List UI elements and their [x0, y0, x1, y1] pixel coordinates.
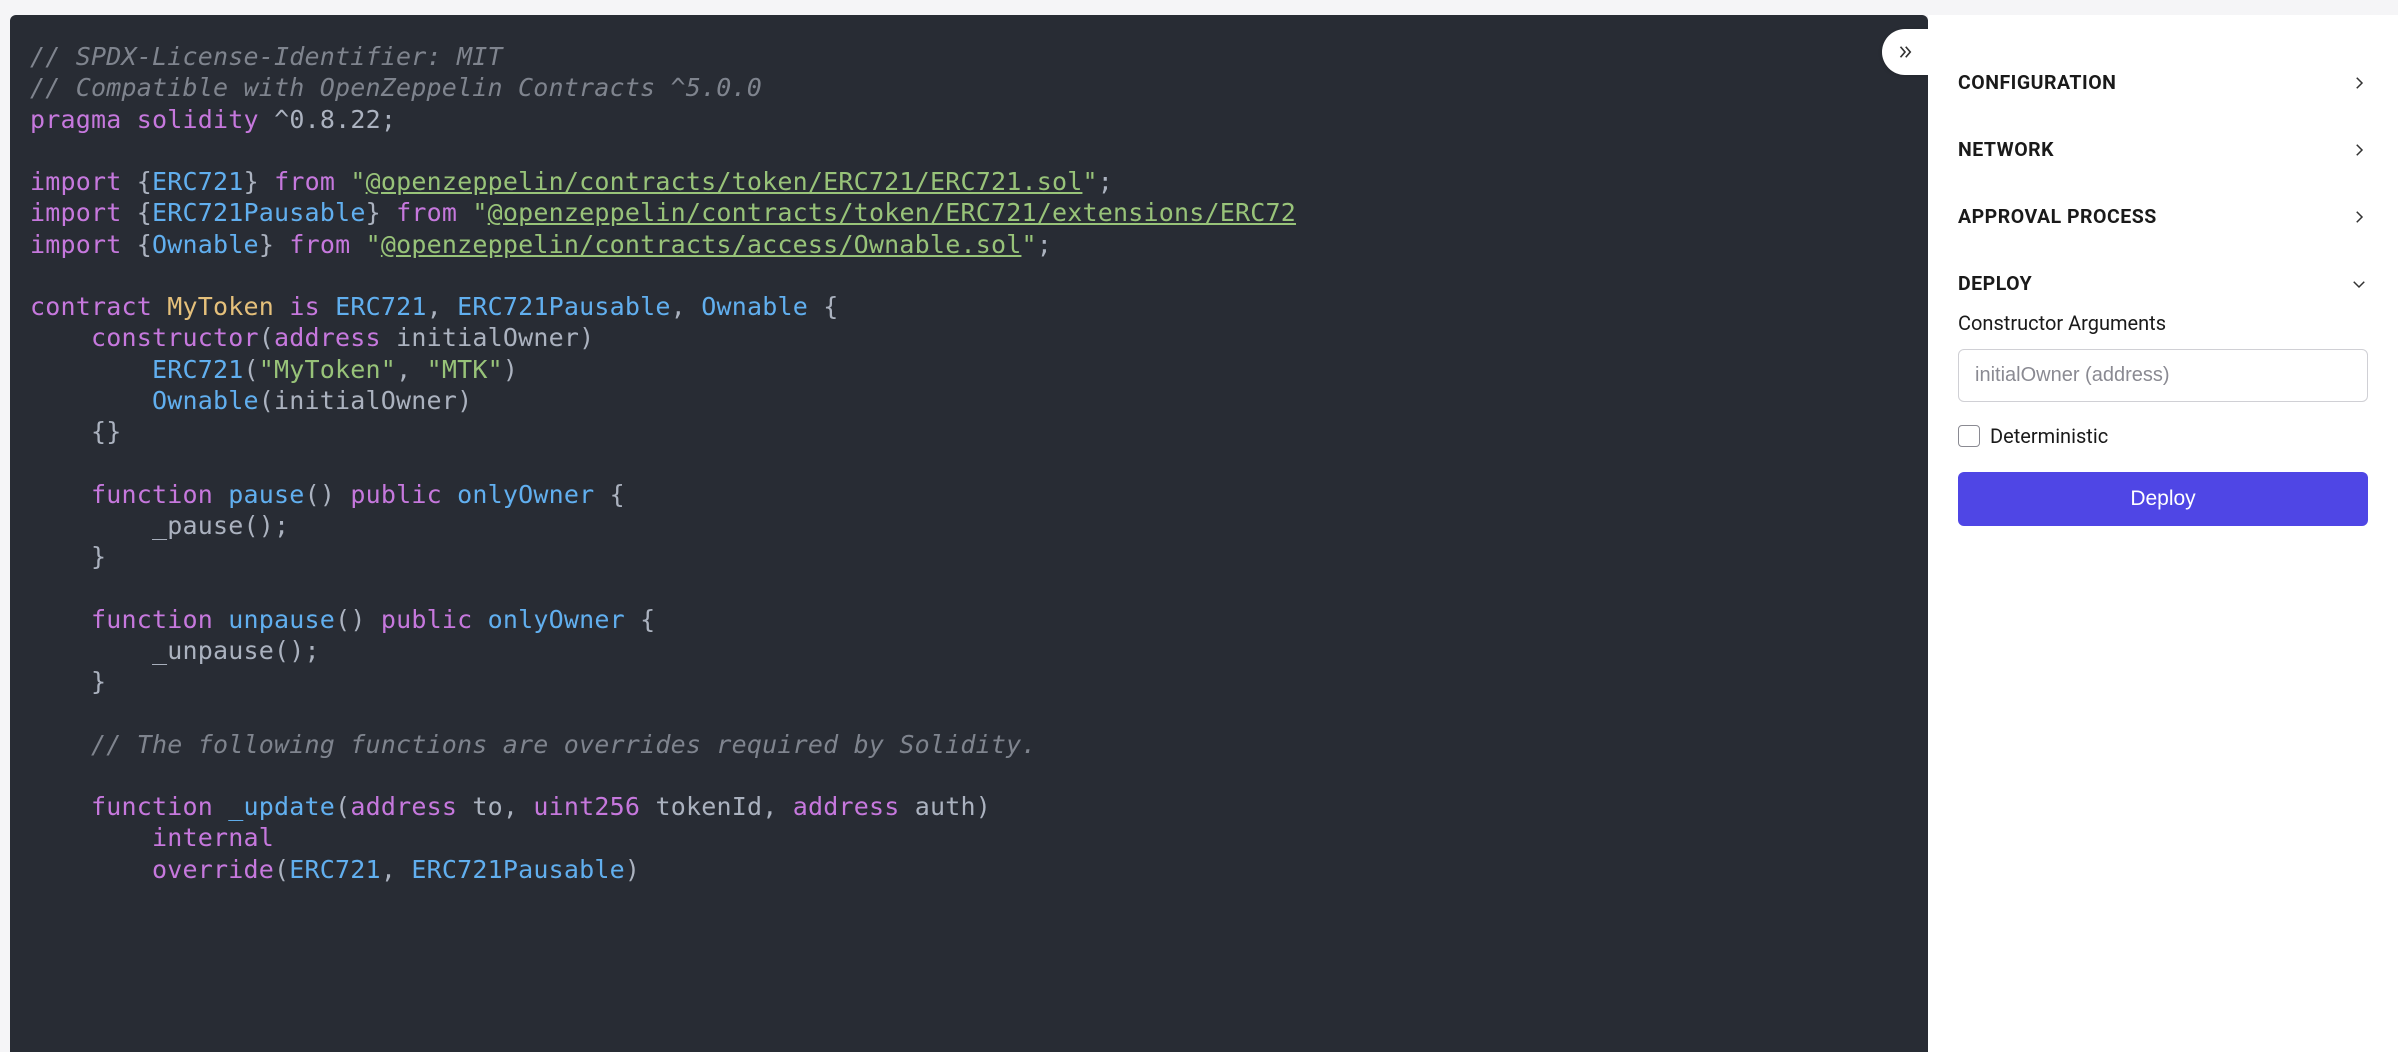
tok: initialOwner [396, 323, 579, 352]
tok: ^0.8.22 [274, 105, 381, 134]
tok: function [91, 480, 213, 509]
deterministic-checkbox[interactable] [1958, 425, 1980, 447]
approval-process-section[interactable]: APPROVAL PROCESS [1958, 183, 2368, 250]
tok: from [289, 230, 350, 259]
tok: "MyToken" [259, 355, 396, 384]
code-comment: // SPDX-License-Identifier: MIT [30, 42, 503, 71]
import-link[interactable]: @openzeppelin/contracts/token/ERC721/ext… [488, 198, 1296, 227]
tok: public [381, 605, 473, 634]
tok: onlyOwner [488, 605, 625, 634]
tok: uint256 [533, 792, 640, 821]
tok: from [396, 198, 457, 227]
tok: ERC721 [152, 167, 244, 196]
tok: constructor [91, 323, 259, 352]
tok: tokenId [655, 792, 762, 821]
tok: function [91, 792, 213, 821]
section-title: DEPLOY [1958, 272, 2032, 295]
tok: _update [228, 792, 335, 821]
chevron-right-icon [2350, 141, 2368, 159]
tok: internal [152, 823, 274, 852]
initial-owner-input[interactable] [1958, 349, 2368, 402]
tok: from [274, 167, 335, 196]
constructor-args-label: Constructor Arguments [1958, 311, 2368, 335]
configuration-section[interactable]: CONFIGURATION [1958, 49, 2368, 116]
tok: override [152, 855, 274, 884]
tok: Ownable [152, 386, 259, 415]
tok: to [472, 792, 503, 821]
section-title: APPROVAL PROCESS [1958, 205, 2157, 228]
tok: import [30, 198, 122, 227]
tok: import [30, 230, 122, 259]
chevron-right-icon [2350, 208, 2368, 226]
tok: ERC721 [289, 855, 381, 884]
import-link[interactable]: @openzeppelin/contracts/token/ERC721/ERC… [366, 167, 1083, 196]
tok: "MTK" [427, 355, 503, 384]
import-link[interactable]: @openzeppelin/contracts/access/Ownable.s… [381, 230, 1022, 259]
tok: is [289, 292, 320, 321]
tok: address [793, 792, 900, 821]
tok: address [274, 323, 381, 352]
tok: address [350, 792, 457, 821]
code-comment: // The following functions are overrides… [91, 730, 1037, 759]
network-section[interactable]: NETWORK [1958, 116, 2368, 183]
tok: auth [915, 792, 976, 821]
tok: Ownable [152, 230, 259, 259]
tok: public [350, 480, 442, 509]
tok: _pause [152, 511, 244, 540]
deploy-sidebar: CONFIGURATION NETWORK APPROVAL PROCESS D… [1928, 15, 2398, 1052]
chevron-down-icon [2350, 275, 2368, 293]
tok: ERC721Pausable [411, 855, 625, 884]
deploy-button[interactable]: Deploy [1958, 472, 2368, 526]
tok: import [30, 167, 122, 196]
tok: pause [228, 480, 304, 509]
tok: solidity [137, 105, 259, 134]
tok: Ownable [701, 292, 808, 321]
tok: contract [30, 292, 152, 321]
section-title: NETWORK [1958, 138, 2054, 161]
code-editor-panel: // SPDX-License-Identifier: MIT // Compa… [10, 15, 1928, 1052]
tok: unpause [228, 605, 335, 634]
code-comment: // Compatible with OpenZeppelin Contract… [30, 73, 762, 102]
deterministic-row[interactable]: Deterministic [1958, 424, 2368, 448]
collapse-sidebar-button[interactable] [1882, 29, 1928, 75]
code-content[interactable]: // SPDX-License-Identifier: MIT // Compa… [10, 15, 1928, 885]
deterministic-label: Deterministic [1990, 424, 2108, 448]
tok: ERC721 [335, 292, 427, 321]
tok: ERC721Pausable [152, 198, 366, 227]
tok: pragma [30, 105, 122, 134]
deploy-section[interactable]: DEPLOY [1958, 250, 2368, 305]
section-title: CONFIGURATION [1958, 71, 2116, 94]
tok: _unpause [152, 636, 274, 665]
tok: ERC721 [152, 355, 244, 384]
tok: initialOwner [274, 386, 457, 415]
tok: function [91, 605, 213, 634]
chevron-right-icon [2350, 74, 2368, 92]
contract-name: MyToken [167, 292, 274, 321]
chevron-double-right-icon [1896, 43, 1914, 61]
tok: onlyOwner [457, 480, 594, 509]
tok: ERC721Pausable [457, 292, 671, 321]
